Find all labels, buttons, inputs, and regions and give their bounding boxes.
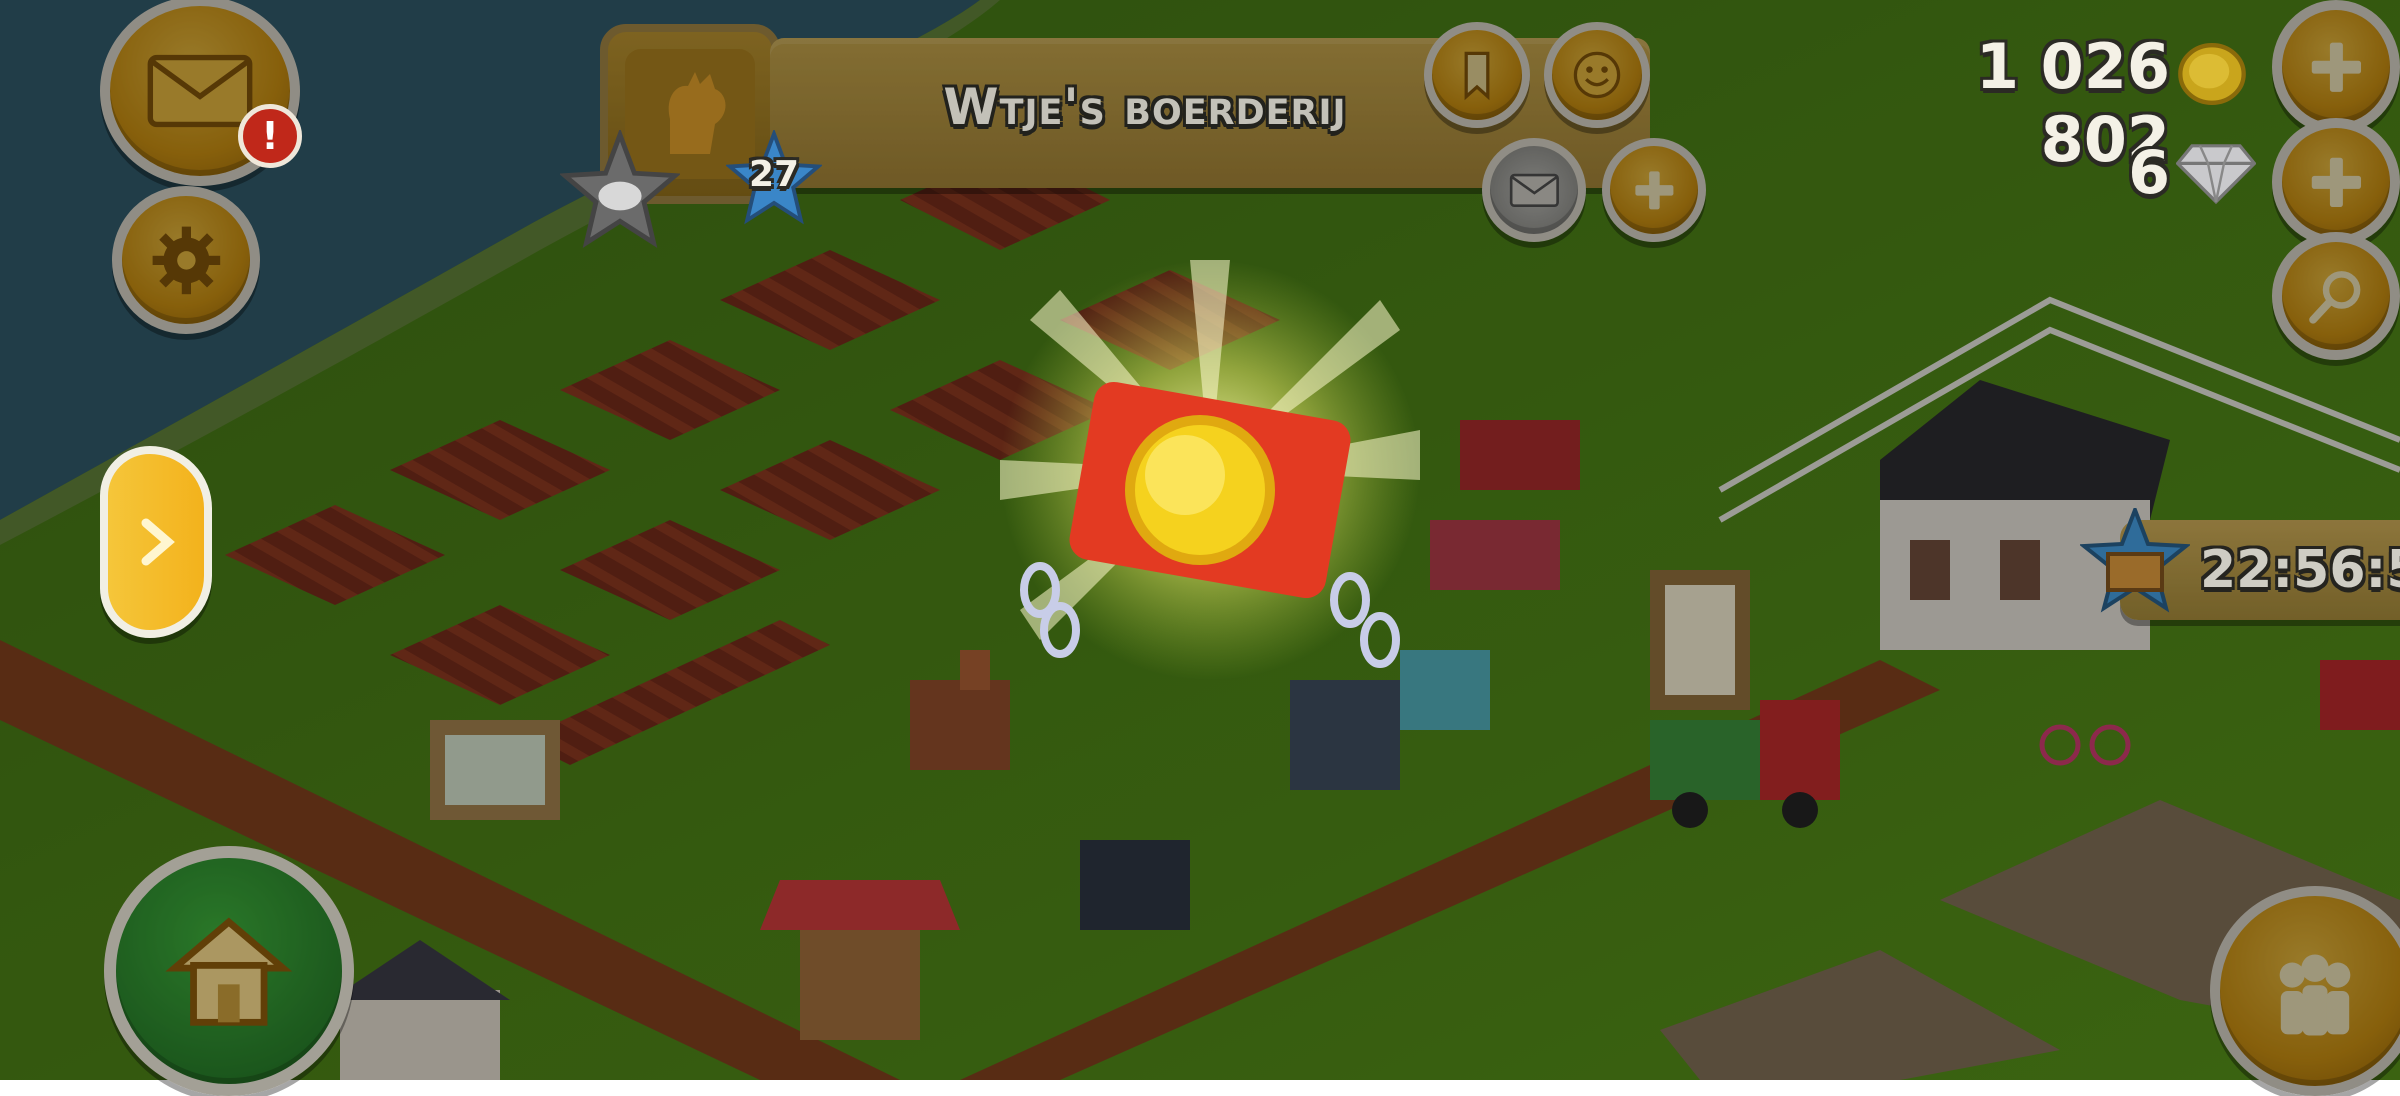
expand-menu-button[interactable]	[100, 446, 212, 638]
buy-diamonds-button[interactable]	[2272, 118, 2400, 246]
plus-icon	[1634, 170, 1673, 209]
plus-icon	[2311, 42, 2361, 92]
friend-mail-button[interactable]	[1482, 138, 1586, 242]
envelope-icon	[1509, 173, 1559, 207]
profile-button[interactable]	[1544, 22, 1650, 128]
mail-alert-badge: !	[238, 104, 302, 168]
farm-name: Wtje's boerderij	[943, 78, 1347, 136]
diamond-icon	[2176, 144, 2256, 205]
event-timer: 22:56:52	[2200, 540, 2400, 600]
friends-icon	[2279, 954, 2351, 1036]
search-button[interactable]	[2272, 232, 2400, 360]
house-icon	[165, 917, 293, 1026]
level-number: 27	[748, 154, 800, 195]
treasure-chest-icon[interactable]	[2080, 508, 2190, 626]
magnifier-icon	[2308, 270, 2360, 324]
coin-icon	[2178, 43, 2246, 105]
home-button[interactable]	[104, 846, 354, 1096]
diamonds-counter: 6	[2128, 138, 2170, 208]
mouse-star-icon[interactable]	[560, 130, 680, 250]
chevron-right-icon	[141, 518, 175, 566]
smiley-icon	[1573, 51, 1621, 99]
bookmark-icon	[1464, 51, 1490, 101]
gear-icon	[152, 226, 220, 294]
buy-coins-button[interactable]	[2272, 0, 2400, 134]
envelope-icon	[147, 54, 253, 128]
add-friend-button[interactable]	[1602, 138, 1706, 242]
bookmark-button[interactable]	[1424, 22, 1530, 128]
plus-icon	[2311, 157, 2361, 207]
settings-button[interactable]	[112, 186, 260, 334]
